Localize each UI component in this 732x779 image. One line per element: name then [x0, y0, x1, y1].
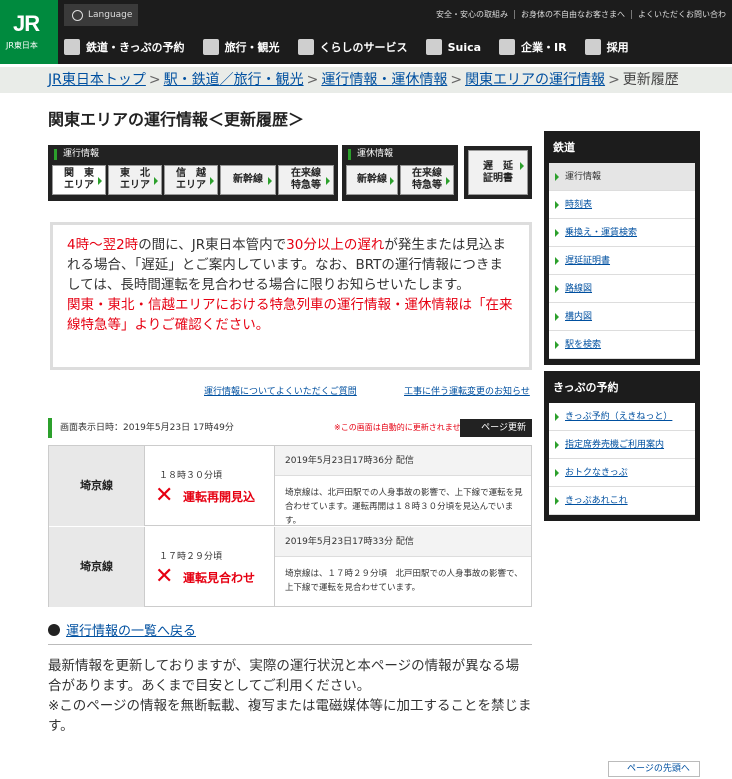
logo-text: JR: [13, 11, 40, 36]
sidebar-rail: 鉄道 運行情報 時刻表 乗換え・運賃検索 遅延証明書 路線図 構内図 駅を検索: [544, 131, 700, 365]
sidebar-item-station-search[interactable]: 駅を検索: [549, 331, 695, 359]
delivery-datetime: 2019年5月23日17時36分 配信: [275, 446, 531, 476]
chevron-left-icon: [48, 624, 60, 636]
tab-kanto[interactable]: 関 東 エリア: [52, 165, 106, 195]
sidebar-ticket-title: きっぷの予約: [553, 381, 619, 394]
globe-icon: [72, 10, 83, 21]
notice-box: 4時〜翌2時の間に、JR東日本管内で30分以上の遅れが発生または見込まれる場合、…: [50, 222, 532, 370]
sidebar-ticket: きっぷの予約 きっぷ予約（えきねっと） 指定席券売機ご利用案内 おトクなきっぷ …: [544, 371, 700, 521]
utility-links: 安全・安心の取組み お身体の不自由なお客さまへ よくいただくお問い合わ: [430, 9, 732, 20]
delivery-datetime: 2019年5月23日17時33分 配信: [275, 527, 531, 557]
service-history-table: 埼京線 １８時３０分頃 ✕ 運転再開見込 2019年5月23日17時36分 配信…: [48, 445, 532, 607]
line-name: 埼京線: [49, 446, 145, 526]
sidebar-item-eki-net[interactable]: きっぷ予約（えきねっと）: [549, 403, 695, 431]
detail-text: 埼京線は、１７時２９分頃 北戸田駅での人身事故の影響で、上下線で運転を見合わせて…: [285, 569, 523, 593]
divider: [48, 644, 532, 645]
page-title: 関東エリアの運行情報＜更新履歴＞: [48, 110, 305, 129]
status-time: １８時３０分頃: [159, 471, 223, 481]
line-name: 埼京線: [49, 527, 145, 607]
sidebar-item-ticket-machine[interactable]: 指定席券売機ご利用案内: [549, 431, 695, 459]
breadcrumb-kanto[interactable]: 関東エリアの運行情報: [465, 72, 605, 88]
logo-subtext: JR東日本: [6, 41, 38, 50]
tab-shinkansen[interactable]: 新幹線: [220, 165, 276, 195]
footer-copyright-note: ※このページの情報を無断転載、複写または電磁媒体等に加工することを禁じます。: [48, 698, 532, 734]
train-icon: [64, 39, 80, 55]
sidebar-item-service-info[interactable]: 運行情報: [549, 163, 695, 191]
breadcrumb-service-info[interactable]: 運行情報・運休情報: [321, 72, 447, 88]
sidebar: 鉄道 運行情報 時刻表 乗換え・運賃検索 遅延証明書 路線図 構内図 駅を検索 …: [544, 131, 700, 527]
page-top-button[interactable]: ページの先頭へ: [608, 761, 700, 777]
status-text: 運転再開見込: [183, 490, 256, 504]
table-row: 埼京線 １７時２９分頃 ✕ 運転見合わせ 2019年5月23日17時33分 配信…: [49, 527, 531, 607]
refresh-button[interactable]: ページ更新: [460, 419, 532, 437]
sidebar-item-route-search[interactable]: 乗換え・運賃検索: [549, 219, 695, 247]
suspended-icon: ✕: [155, 564, 174, 589]
sidebar-item-route-map[interactable]: 路線図: [549, 275, 695, 303]
update-bar: 画面表示日時：2019年5月23日 17時49分 ※この画面は自動的に更新されま…: [48, 418, 532, 438]
language-button[interactable]: Language: [64, 4, 138, 26]
notice-paragraph: 4時〜翌2時の間に、JR東日本管内で30分以上の遅れが発生または見込まれる場合、…: [67, 237, 506, 293]
status-text: 運転見合わせ: [183, 571, 256, 585]
people-icon: [584, 39, 601, 55]
sidebar-item-delay-cert[interactable]: 遅延証明書: [549, 247, 695, 275]
breadcrumb-top[interactable]: JR東日本トップ: [48, 72, 146, 88]
tab-delay-certificate[interactable]: 遅 延 証明書: [468, 150, 528, 195]
tab-tohoku[interactable]: 東 北 エリア: [108, 165, 162, 195]
jr-logo[interactable]: JR JR東日本: [0, 0, 58, 64]
notice-express: 関東・東北・信越エリアにおける特急列車の運行情報・運休情報は「在来線特急等」より…: [67, 297, 513, 333]
status-cell: １７時２９分頃 ✕ 運転見合わせ: [145, 527, 275, 607]
global-header: JR JR東日本 Language 安全・安心の取組み お身体の不自由なお客さまへ…: [0, 0, 732, 64]
tab-group-label: 運行情報: [54, 149, 99, 160]
sidebar-item-timetable[interactable]: 時刻表: [549, 191, 695, 219]
breadcrumb: JR東日本トップ > 駅・鉄道／旅行・観光 > 運行情報・運休情報 > 関東エリアの運行情報…: [0, 67, 732, 93]
util-link-safety[interactable]: 安全・安心の取組み: [430, 10, 514, 19]
faq-link[interactable]: 運行情報についてよくいただくご質問: [204, 384, 357, 397]
back-to-list-link[interactable]: 運行情報の一覧へ戻る: [48, 620, 196, 639]
sidebar-item-discount[interactable]: おトクなきっぷ: [549, 459, 695, 487]
shopping-bag-icon: [297, 39, 314, 55]
auto-update-note: ※この画面は自動的に更新されません: [334, 423, 469, 432]
table-row: 埼京線 １８時３０分頃 ✕ 運転再開見込 2019年5月23日17時36分 配信…: [49, 446, 531, 526]
tab-shinetsu[interactable]: 信 越 エリア: [164, 165, 218, 195]
suitcase-icon: [202, 39, 219, 55]
gnav-life[interactable]: くらしのサービス: [297, 34, 408, 60]
delay-certificate-group: 遅 延 証明書: [464, 146, 532, 199]
card-icon: [425, 39, 442, 55]
breadcrumb-rail[interactable]: 駅・鉄道／旅行・観光: [164, 72, 304, 88]
sidebar-item-station-map[interactable]: 構内図: [549, 303, 695, 331]
tab-cancel-shinkansen[interactable]: 新幹線: [346, 165, 398, 195]
area-tabs: 運行情報 関 東 エリア 東 北 エリア 信 越 エリア 新幹線 在来線 特急等…: [48, 145, 532, 203]
detail-text: 埼京線は、北戸田駅での人身事故の影響で、上下線で運転を見合わせています。運転再開…: [285, 488, 523, 526]
util-link-accessibility[interactable]: お身体の不自由なお客さまへ: [514, 10, 631, 19]
util-link-faq[interactable]: よくいただくお問い合わ: [631, 10, 732, 19]
breadcrumb-current: 更新履歴: [622, 72, 679, 88]
status-time: １７時２９分頃: [159, 552, 223, 562]
footer-disclaimer: 最新情報を更新しておりますが、実際の運行状況と本ページの情報が異なる場合がありま…: [48, 658, 520, 694]
display-datetime: 画面表示日時：2019年5月23日 17時49分: [60, 423, 234, 433]
sidebar-rail-title: 鉄道: [553, 141, 575, 154]
gnav-travel[interactable]: 旅行・観光: [202, 34, 280, 60]
status-cell: １８時３０分頃 ✕ 運転再開見込: [145, 446, 275, 526]
gnav-suica[interactable]: Suica: [425, 34, 481, 60]
tab-limited-express[interactable]: 在来線 特急等: [278, 165, 334, 195]
gnav-corporate[interactable]: 企業・IR: [499, 34, 567, 60]
tab-group-label: 運休情報: [348, 149, 393, 160]
building-icon: [499, 39, 516, 55]
global-nav: 鉄道・きっぷの予約 旅行・観光 くらしのサービス Suica 企業・IR 採用: [64, 34, 647, 60]
gnav-rail[interactable]: 鉄道・きっぷの予約: [64, 34, 185, 60]
suspended-icon: ✕: [155, 483, 174, 508]
cancellation-tab-group: 運休情報 新幹線 在来線 特急等: [342, 145, 458, 201]
service-info-tab-group: 運行情報 関 東 エリア 東 北 エリア 信 越 エリア 新幹線 在来線 特急等: [48, 145, 338, 201]
construction-link[interactable]: 工事に伴う運転変更のお知らせ: [404, 384, 530, 397]
tab-cancel-limited-express[interactable]: 在来線 特急等: [400, 165, 454, 195]
footer-notes: 最新情報を更新しておりますが、実際の運行状況と本ページの情報が異なる場合がありま…: [48, 656, 532, 736]
sidebar-item-ticket-info[interactable]: きっぷあれこれ: [549, 487, 695, 515]
gnav-recruit[interactable]: 採用: [584, 34, 629, 60]
